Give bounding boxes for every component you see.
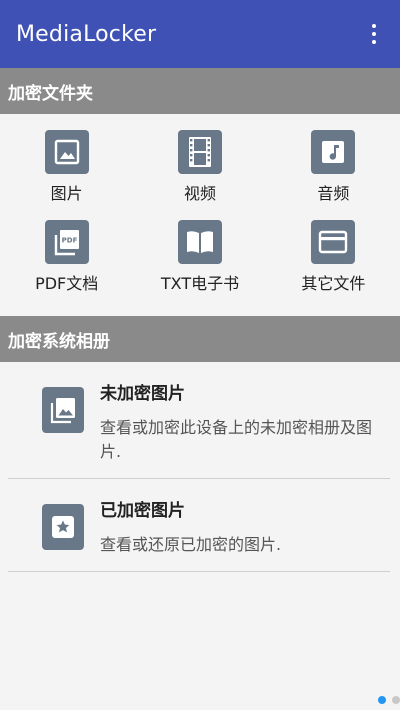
photo-library-icon: [42, 387, 84, 433]
image-icon: [44, 130, 89, 174]
app-screen: MediaLocker 加密文件夹 图片 视频 音频 PDF PDF文档 TXT…: [0, 0, 400, 710]
music-note-icon: [311, 130, 356, 174]
star-icon: [42, 504, 84, 550]
folder-label: TXT电子书: [160, 274, 240, 293]
folder-grid: 图片 视频 音频 PDF PDF文档 TXT电子书 其它文件: [0, 114, 400, 316]
book-icon: [177, 220, 222, 264]
folder-ebooks[interactable]: TXT电子书: [133, 220, 266, 304]
page-indicator: [378, 696, 400, 704]
page-dot[interactable]: [392, 696, 400, 704]
overflow-menu-icon[interactable]: [362, 14, 386, 54]
app-bar: MediaLocker: [0, 0, 400, 68]
film-icon: [177, 130, 222, 174]
album-title: 未加密图片: [100, 384, 185, 404]
folder-label: 音频: [317, 184, 350, 203]
folder-videos[interactable]: 视频: [133, 130, 266, 214]
section-header-encrypted-folders: 加密文件夹: [0, 68, 400, 114]
folder-label: 视频: [183, 184, 216, 203]
album-text: 未加密图片 查看或加密此设备上的未加密相册及图片.: [100, 382, 390, 464]
section-header-system-album: 加密系统相册: [0, 316, 400, 362]
album-title: 已加密图片: [100, 501, 185, 521]
album-item-encrypted[interactable]: 已加密图片 查看或还原已加密的图片.: [8, 479, 390, 572]
folder-pdf[interactable]: PDF PDF文档: [0, 220, 133, 304]
folder-label: 其它文件: [301, 274, 366, 293]
card-icon: [311, 220, 356, 264]
folder-other-files[interactable]: 其它文件: [267, 220, 400, 304]
album-text: 已加密图片 查看或还原已加密的图片.: [100, 499, 291, 557]
page-dot-active[interactable]: [378, 696, 386, 704]
folder-label: 图片: [50, 184, 83, 203]
svg-text:PDF: PDF: [61, 237, 77, 245]
app-title: MediaLocker: [16, 21, 157, 47]
album-item-unencrypted[interactable]: 未加密图片 查看或加密此设备上的未加密相册及图片.: [8, 362, 390, 479]
pdf-icon: PDF: [44, 220, 89, 264]
folder-audio[interactable]: 音频: [267, 130, 400, 214]
album-description: 查看或加密此设备上的未加密相册及图片.: [100, 418, 373, 461]
folder-label: PDF文档: [35, 274, 99, 293]
album-description: 查看或还原已加密的图片.: [100, 535, 282, 554]
folder-images[interactable]: 图片: [0, 130, 133, 214]
